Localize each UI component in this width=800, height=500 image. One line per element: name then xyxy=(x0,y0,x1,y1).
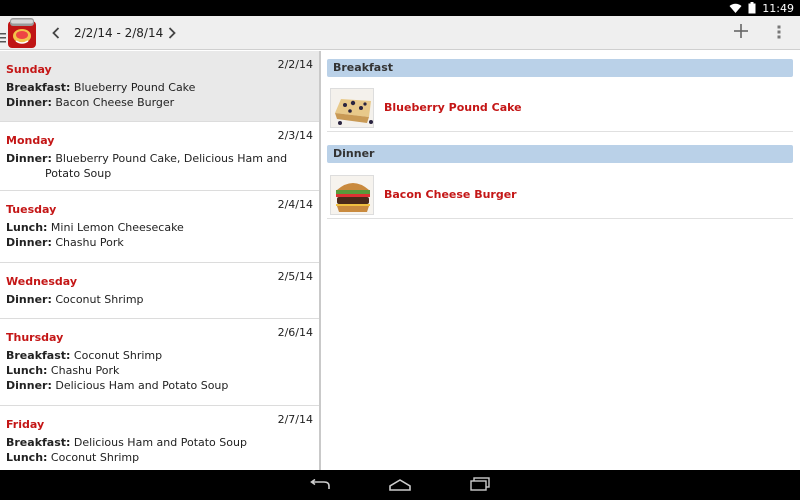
meal-type: Dinner: xyxy=(6,379,52,392)
meal-items: Delicious Ham and Potato Soup xyxy=(73,436,247,449)
day-list: Sunday 2/2/14 Breakfast: Blueberry Pound… xyxy=(0,51,319,470)
battery-icon xyxy=(748,2,756,14)
meal-items: Blueberry Pound Cake, Delicious Ham and … xyxy=(45,152,288,180)
meal-line: Lunch: Chashu Pork xyxy=(6,363,313,378)
meal-line: Dinner: Delicious Ham and Potato Soup xyxy=(6,378,313,393)
day-item-wednesday[interactable]: Wednesday 2/5/14 Dinner: Coconut Shrimp xyxy=(0,263,319,319)
overflow-menu-button[interactable] xyxy=(768,16,790,50)
meal-line: Lunch: Coconut Shrimp xyxy=(6,450,313,465)
add-button[interactable] xyxy=(727,16,755,50)
meal-line: Breakfast: Blueberry Pound Cake xyxy=(6,80,313,95)
system-nav-bar xyxy=(0,470,800,500)
more-vertical-icon xyxy=(777,24,781,43)
next-week-button[interactable] xyxy=(162,16,182,50)
recipe-name: Bacon Cheese Burger xyxy=(384,188,517,201)
meal-type: Breakfast: xyxy=(6,436,71,449)
day-name: Wednesday xyxy=(6,275,78,288)
home-icon xyxy=(388,476,412,495)
day-name: Friday xyxy=(6,418,45,431)
day-date: 2/4/14 xyxy=(277,198,313,211)
home-button[interactable] xyxy=(380,470,420,500)
drawer-indicator-icon xyxy=(0,28,6,47)
day-date: 2/5/14 xyxy=(277,270,313,283)
meal-type: Lunch: xyxy=(6,451,48,464)
app-logo-icon xyxy=(7,17,37,53)
meal-items: Coconut Shrimp xyxy=(73,349,163,362)
day-name: Thursday xyxy=(6,331,64,344)
recipe-thumbnail xyxy=(330,88,374,128)
meal-items: Coconut Shrimp xyxy=(50,451,140,464)
day-item-friday[interactable]: Friday 2/7/14 Breakfast: Delicious Ham a… xyxy=(0,406,319,470)
section-header-dinner: Dinner xyxy=(327,145,793,163)
meal-items: Chashu Pork xyxy=(55,236,124,249)
week-date-range: 2/2/14 - 2/8/14 xyxy=(74,26,164,40)
meal-line: Dinner: Blueberry Pound Cake, Delicious … xyxy=(6,151,313,181)
day-name: Monday xyxy=(6,134,55,147)
day-date: 2/6/14 xyxy=(277,326,313,339)
recents-button[interactable] xyxy=(460,470,500,500)
recipe-row[interactable]: Blueberry Pound Cake xyxy=(327,84,793,132)
meal-type: Dinner: xyxy=(6,236,52,249)
day-item-sunday[interactable]: Sunday 2/2/14 Breakfast: Blueberry Pound… xyxy=(0,51,319,122)
day-date: 2/7/14 xyxy=(277,413,313,426)
recipe-name: Blueberry Pound Cake xyxy=(384,101,522,114)
recipe-row[interactable]: Bacon Cheese Burger xyxy=(327,171,793,219)
meal-line: Lunch: Mini Lemon Cheesecake xyxy=(6,220,313,235)
back-arrow-icon xyxy=(309,476,331,495)
action-bar: 2/2/14 - 2/8/14 xyxy=(0,16,800,50)
meal-line: Dinner: Bacon Cheese Burger xyxy=(6,95,313,110)
app-menu-button[interactable] xyxy=(0,17,40,49)
meal-items: Bacon Cheese Burger xyxy=(55,96,175,109)
meal-type: Dinner: xyxy=(6,96,52,109)
chevron-left-icon xyxy=(52,24,60,43)
day-name: Tuesday xyxy=(6,203,57,216)
meal-type: Lunch: xyxy=(6,221,48,234)
recipe-thumbnail xyxy=(330,175,374,215)
previous-week-button[interactable] xyxy=(46,16,66,50)
status-icons: 11:49 xyxy=(729,0,794,16)
meal-items: Delicious Ham and Potato Soup xyxy=(55,379,229,392)
meal-line: Dinner: Coconut Shrimp xyxy=(6,292,313,307)
status-bar: 11:49 xyxy=(0,0,800,16)
meal-type: Dinner: xyxy=(6,293,52,306)
meal-line: Breakfast: Delicious Ham and Potato Soup xyxy=(6,435,313,450)
meal-line: Breakfast: Coconut Shrimp xyxy=(6,348,313,363)
recent-apps-icon xyxy=(469,476,491,495)
meal-items: Mini Lemon Cheesecake xyxy=(50,221,184,234)
back-button[interactable] xyxy=(300,470,340,500)
day-item-thursday[interactable]: Thursday 2/6/14 Breakfast: Coconut Shrim… xyxy=(0,319,319,406)
day-date: 2/3/14 xyxy=(277,129,313,142)
meal-items: Coconut Shrimp xyxy=(55,293,144,306)
day-date: 2/2/14 xyxy=(277,58,313,71)
section-header-breakfast: Breakfast xyxy=(327,59,793,77)
meal-items: Blueberry Pound Cake xyxy=(73,81,196,94)
day-name: Sunday xyxy=(6,63,52,76)
plus-icon xyxy=(733,23,749,43)
meal-type: Breakfast: xyxy=(6,81,71,94)
meal-type: Lunch: xyxy=(6,364,48,377)
day-detail-pane: Breakfast Blueberry Pound Cake Dinner Ba… xyxy=(321,51,800,470)
status-time: 11:49 xyxy=(762,1,794,15)
meal-line: Dinner: Chashu Pork xyxy=(6,235,313,250)
meal-type: Dinner: xyxy=(6,152,52,165)
day-item-monday[interactable]: Monday 2/3/14 Dinner: Blueberry Pound Ca… xyxy=(0,122,319,191)
chevron-right-icon xyxy=(168,24,176,43)
meal-type: Breakfast: xyxy=(6,349,71,362)
meal-items: Chashu Pork xyxy=(50,364,120,377)
wifi-icon xyxy=(729,3,742,14)
day-item-tuesday[interactable]: Tuesday 2/4/14 Lunch: Mini Lemon Cheesec… xyxy=(0,191,319,263)
